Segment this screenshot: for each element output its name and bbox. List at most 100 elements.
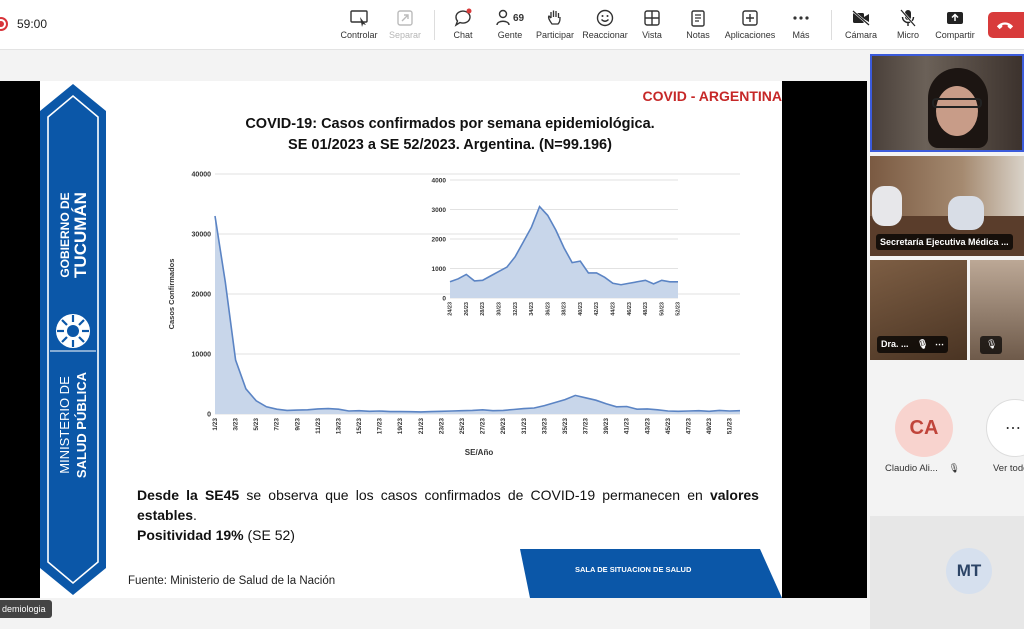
separate-button[interactable]: Separar (385, 8, 425, 44)
presenter-name-chip: demiologia (0, 600, 52, 618)
participant-video-dra[interactable]: Dra. ... 🎙 ⋯ (870, 260, 967, 360)
meeting-window: 59:00 Controlar Separar Chat 69 Gente Pa… (0, 0, 1024, 629)
mic-button[interactable]: Micro (894, 8, 922, 44)
x-tick-label: 35/23 (562, 418, 569, 435)
covid-cases-chart: 0100002000030000400001/23 3/23 5/23 7/23 9/2… (167, 172, 741, 457)
share-icon (947, 12, 963, 24)
x-tick-label: 38/23 (562, 302, 568, 316)
x-tick-label: 21/23 (418, 418, 425, 435)
apps-button[interactable]: Aplicaciones (723, 8, 777, 44)
x-tick-label: 5/23 (253, 418, 260, 431)
x-tick-label: 19/23 (397, 418, 404, 435)
x-tick-label: 3/23 (233, 418, 240, 431)
x-tick-label: 7/23 (274, 418, 281, 431)
notes-icon (691, 10, 705, 27)
series-area (450, 206, 678, 298)
view-button[interactable]: Vista (638, 8, 666, 44)
x-tick-label: 31/23 (521, 418, 528, 435)
x-tick-label: 30/23 (497, 302, 503, 316)
mic-off-icon (900, 9, 916, 27)
people-button[interactable]: 69 Gente (493, 8, 527, 44)
x-tick-label: 42/23 (594, 302, 600, 316)
y-tick-label: 2000 (432, 237, 447, 244)
toolbar-divider (434, 10, 435, 40)
meeting-timer: 59:00 (17, 17, 48, 31)
y-tick-label: 1000 (432, 266, 447, 273)
x-tick-label: 43/23 (644, 418, 651, 435)
body-paragraph-1: Desde la SE45 se observa que los casos c… (137, 487, 759, 523)
participant-avatar-mt: MT (946, 548, 992, 594)
presentation-slide: GOBIERNO DE TUCUMÁN MINISTERIO DE SALUD … (40, 81, 782, 598)
chat-button[interactable]: Chat (448, 8, 478, 44)
separate-icon (397, 10, 413, 26)
x-tick-label: 36/23 (545, 302, 551, 316)
x-tick-label: 52/23 (676, 302, 682, 316)
control-button[interactable]: Controlar (338, 8, 380, 44)
smiley-icon (596, 9, 614, 27)
x-tick-label: 50/23 (659, 302, 665, 316)
participant-video-speaker[interactable] (870, 54, 1024, 152)
slide-source: Fuente: Ministerio de Salud de la Nación (128, 575, 336, 587)
recording-icon (0, 17, 8, 31)
muted-mic-icon: 🎙 (948, 463, 960, 473)
participant-avatar-ca[interactable]: CA (895, 399, 953, 457)
x-tick-label: 49/23 (706, 418, 713, 435)
x-tick-label: 25/23 (459, 418, 466, 435)
x-tick-label: 9/23 (294, 418, 301, 431)
react-button[interactable]: Reaccionar (582, 8, 628, 44)
more-button[interactable]: Más (788, 8, 814, 44)
screen-control-icon (350, 10, 368, 27)
y-tick-label: 4000 (432, 178, 447, 185)
x-tick-label: 29/23 (500, 418, 507, 435)
people-count: 69 (513, 13, 525, 24)
shared-screen: GOBIERNO DE TUCUMÁN MINISTERIO DE SALUD … (0, 81, 867, 598)
x-tick-label: 28/23 (480, 302, 486, 316)
participant-video-secretaria[interactable]: Secretaría Ejecutiva Médica ... (870, 156, 1024, 256)
x-tick-label: 1/23 (212, 418, 219, 431)
see-all-label: Ver todo (993, 463, 1024, 474)
see-all-button[interactable]: ⋯ (986, 399, 1024, 457)
x-tick-label: 46/23 (627, 302, 633, 316)
share-button[interactable]: Compartir (934, 8, 976, 44)
toolbar-divider (831, 10, 832, 40)
raise-hand-button[interactable]: Participar (535, 8, 575, 44)
leave-call-button[interactable] (988, 12, 1024, 38)
x-tick-label: 48/23 (643, 302, 649, 316)
x-tick-label: 41/23 (624, 418, 631, 435)
people-icon (496, 9, 510, 26)
meeting-toolbar: 59:00 Controlar Separar Chat 69 Gente Pa… (0, 0, 1024, 50)
x-tick-label: 17/23 (377, 418, 384, 435)
x-tick-label: 40/23 (578, 302, 584, 316)
camera-button[interactable]: Cámara (844, 8, 878, 44)
y-tick-label: 0 (442, 296, 446, 303)
participant-name-chip: Secretaría Ejecutiva Médica ... (876, 234, 1013, 250)
slide-title: COVID-19: Casos confirmados por semana e… (245, 116, 655, 153)
x-tick-label: 27/23 (480, 418, 487, 435)
participant-video-room[interactable]: 🎙 (970, 260, 1024, 360)
sala-situacion-label: SALA DE SITUACION DE SALUD (575, 565, 692, 574)
apps-icon (742, 10, 758, 26)
x-tick-label: 34/23 (529, 302, 535, 316)
slide-body-text: Desde la SE45 se observa que los casos c… (137, 485, 759, 545)
body-paragraph-2: Positividad 19% (SE 52) (137, 527, 295, 543)
x-tick-label: 26/23 (464, 302, 470, 316)
participant-name-ca: Claudio Ali... 🎙 (885, 463, 960, 474)
grid-view-icon (644, 10, 660, 26)
more-options-icon[interactable]: ⋯ (935, 339, 944, 349)
x-tick-label: 13/23 (335, 418, 342, 435)
notes-button[interactable]: Notas (684, 8, 712, 44)
chat-icon (454, 8, 472, 27)
y-tick-label: 10000 (192, 352, 212, 359)
muted-mic-icon: 🎙 (917, 339, 929, 349)
participant-tile-mt[interactable]: MT (870, 516, 1024, 629)
x-tick-label: 15/23 (356, 418, 363, 435)
x-tick-label: 33/23 (541, 418, 548, 435)
y-tick-label: 30000 (192, 232, 212, 239)
x-tick-label: 51/23 (727, 418, 734, 435)
x-tick-label: 24/23 (448, 302, 454, 316)
covid-argentina-tag: COVID - ARGENTINA (642, 88, 782, 104)
x-tick-label: 23/23 (438, 418, 445, 435)
x-tick-label: 11/23 (315, 418, 322, 434)
muted-mic-icon: 🎙 (986, 339, 998, 349)
y-tick-label: 3000 (432, 207, 447, 214)
